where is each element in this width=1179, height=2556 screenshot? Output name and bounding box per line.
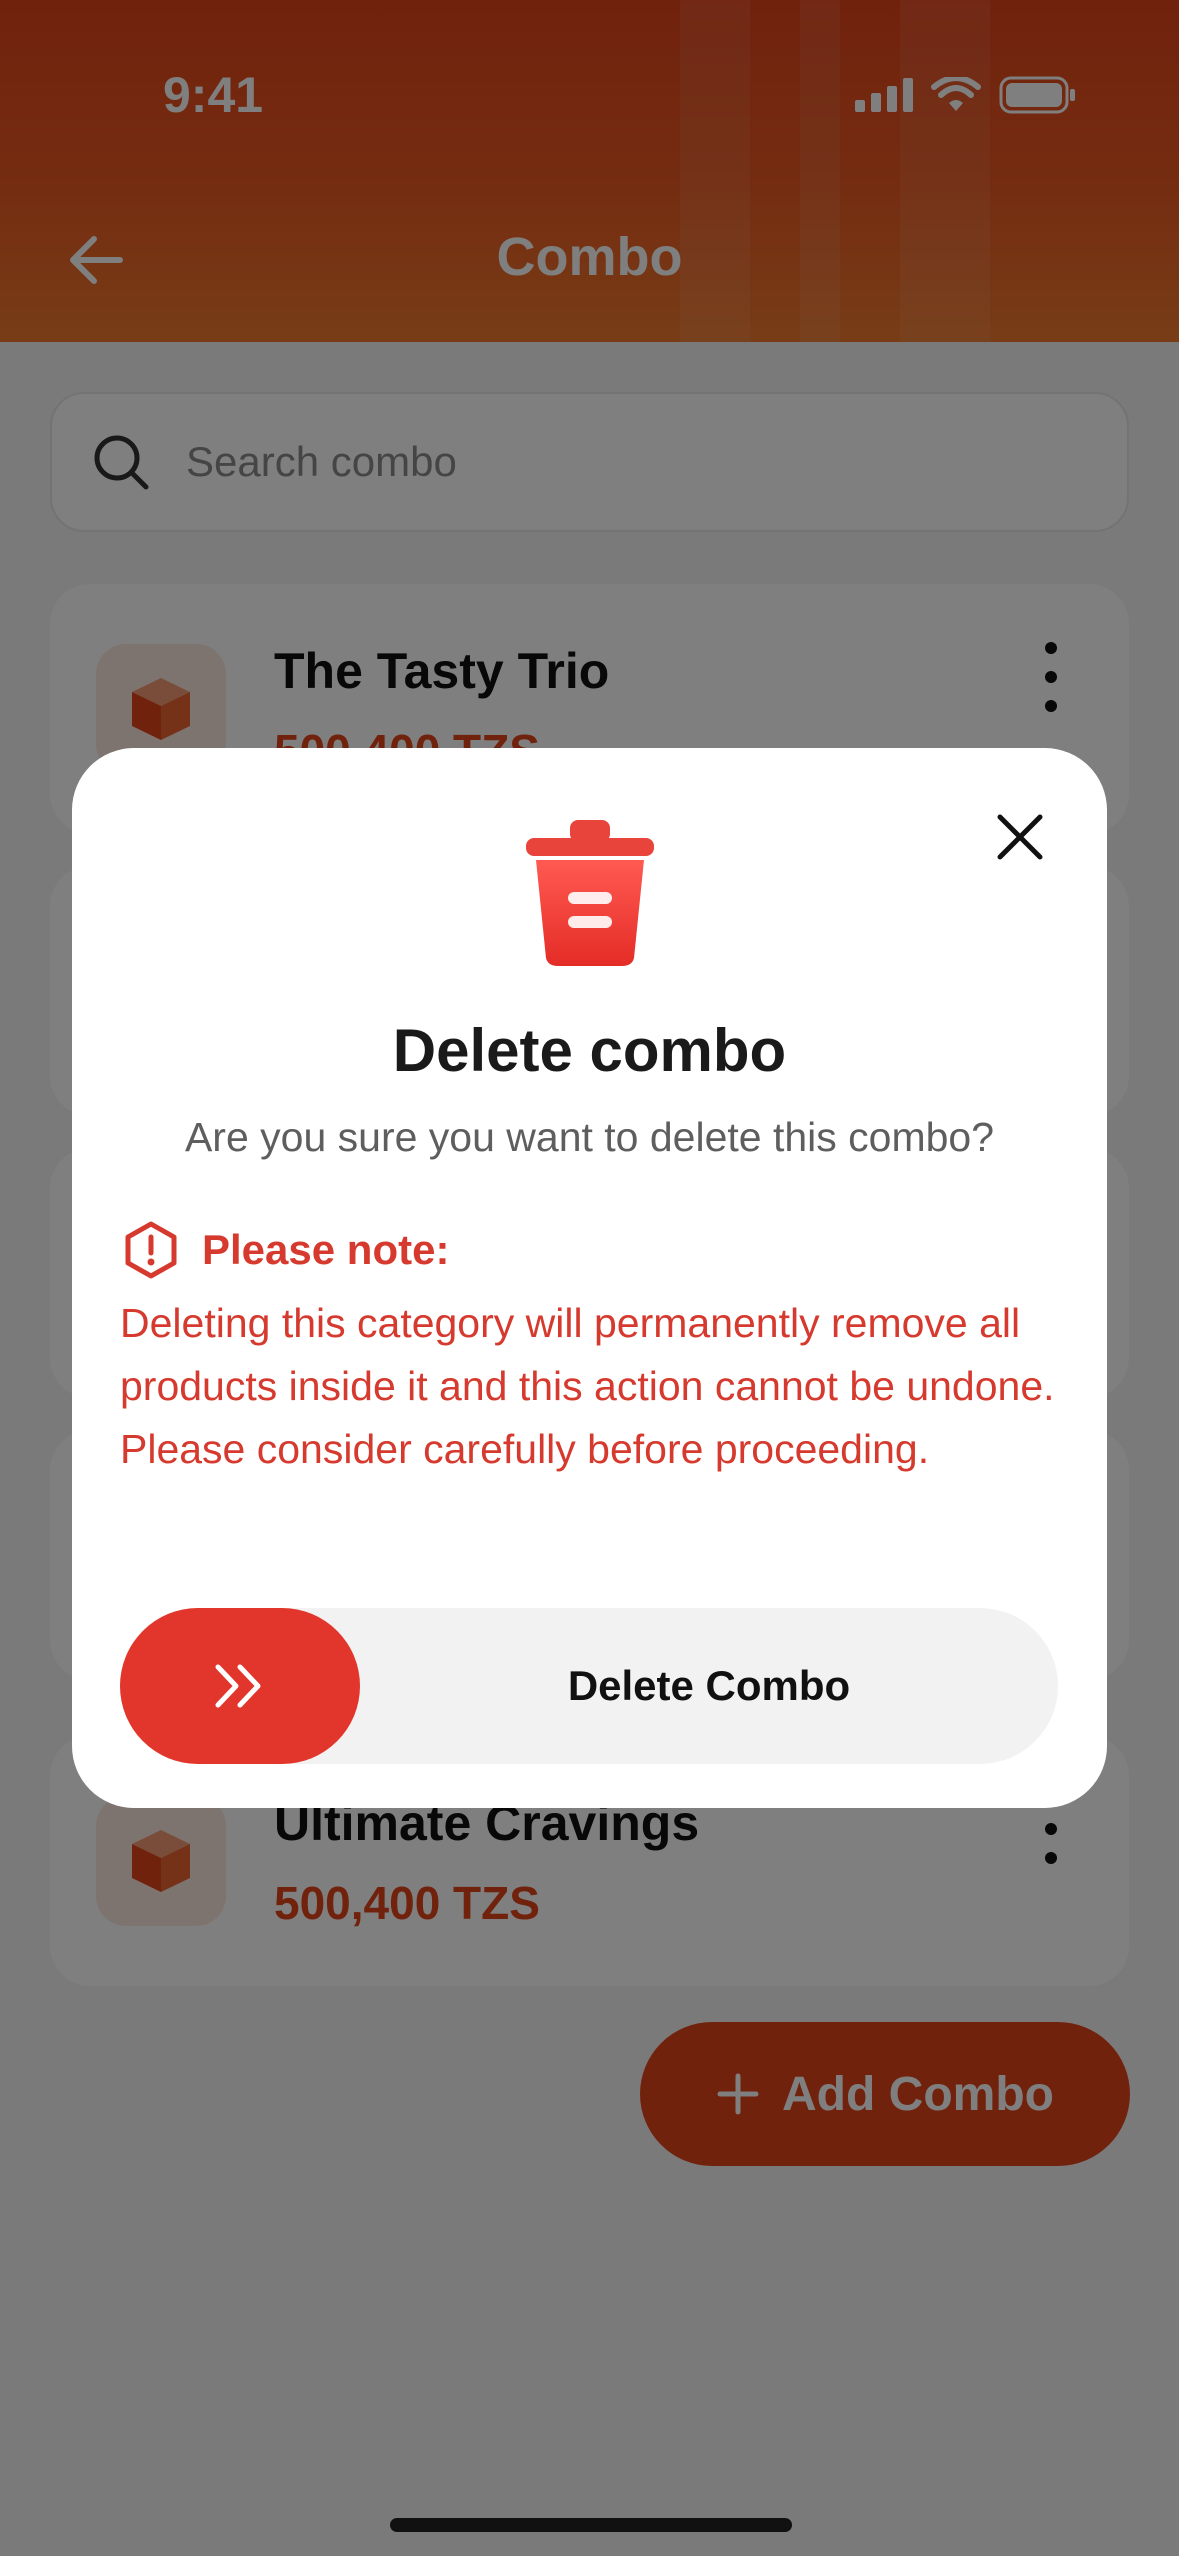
double-chevron-right-icon: [215, 1664, 261, 1708]
slider-label: Delete Combo: [567, 1662, 851, 1709]
note-body: Deleting this category will permanently …: [120, 1300, 1055, 1472]
trash-icon: [526, 820, 654, 966]
delete-combo-dialog: Delete combo Are you sure you want to de…: [72, 748, 1107, 1808]
note-title: Please note:: [202, 1226, 450, 1273]
close-button[interactable]: [985, 802, 1055, 872]
delete-combo-slider[interactable]: Delete Combo: [120, 1608, 1058, 1764]
slider-handle[interactable]: [120, 1608, 360, 1764]
warning-hexagon-icon: [125, 1221, 177, 1279]
dialog-title: Delete combo: [392, 1017, 787, 1084]
dialog-subtitle: Are you sure you want to delete this com…: [184, 1114, 995, 1160]
close-icon: [997, 814, 1043, 860]
home-indicator: [390, 2518, 792, 2532]
note-heading: Please note:: [122, 1218, 449, 1282]
